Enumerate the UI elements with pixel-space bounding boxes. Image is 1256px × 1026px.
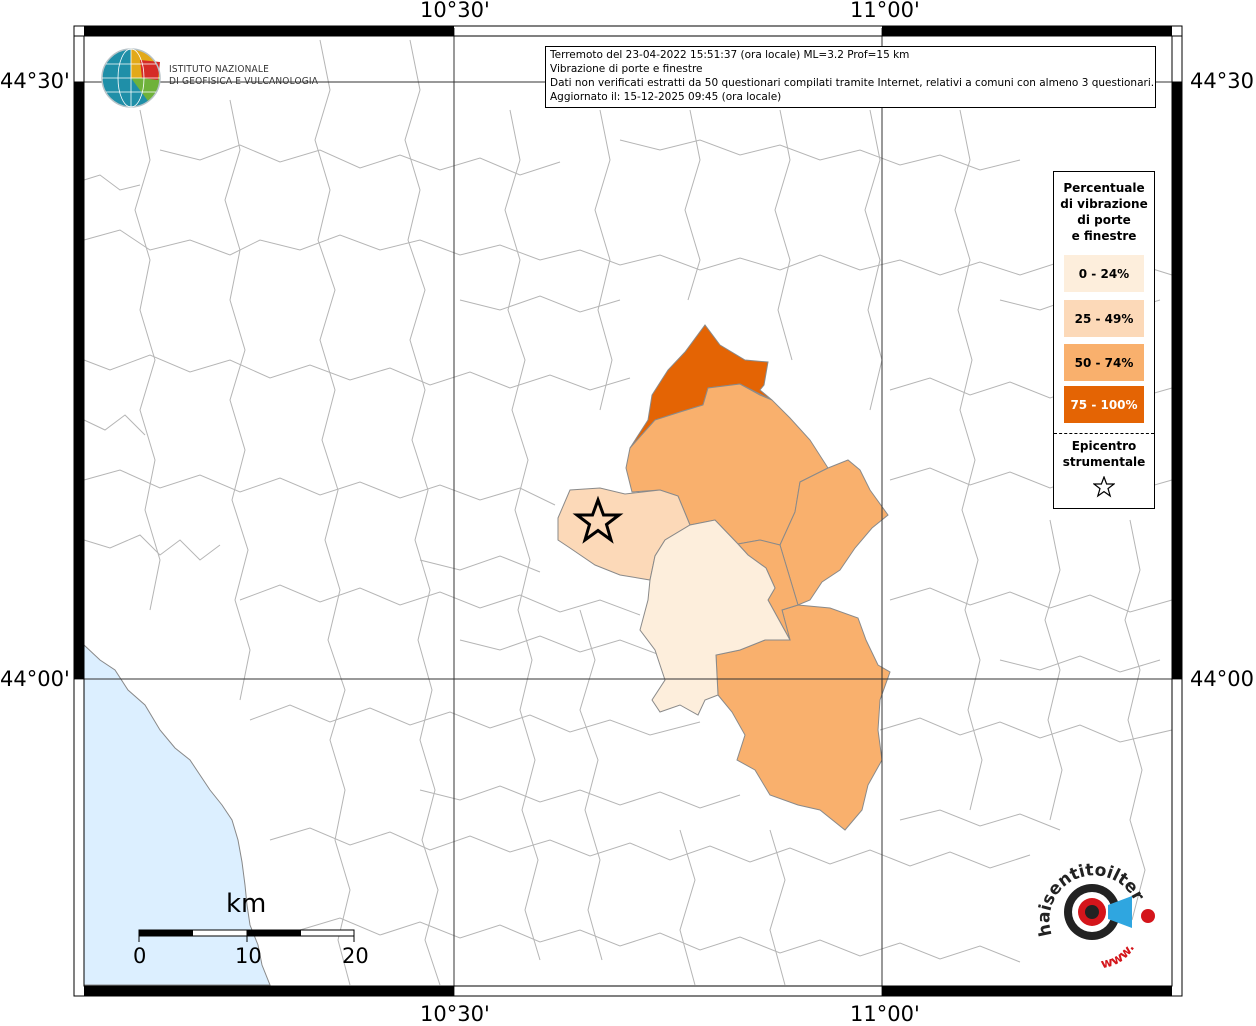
logo-line-2: DI GEOFISICA E VULCANOLOGIA: [169, 76, 319, 87]
info-line-source: Dati non verificati estratti da 50 quest…: [550, 77, 1155, 89]
lat-label-left-top: 44°30': [0, 69, 70, 93]
star-icon: [1093, 476, 1115, 498]
legend-separator: [1054, 433, 1154, 434]
lat-label-right-bottom: 44°00': [1190, 667, 1256, 691]
lon-label-bottom-left: 10°30': [420, 1002, 490, 1026]
info-line-event: Terremoto del 23-04-2022 15:51:37 (ora l…: [550, 49, 910, 61]
legend-title-line: di porte: [1077, 213, 1131, 227]
legend: Percentuale di vibrazione di porte e fin…: [1053, 171, 1155, 509]
legend-item-50-74: 50 - 74%: [1064, 344, 1144, 381]
logo-line-1: ISTITUTO NAZIONALE: [169, 64, 269, 75]
legend-title-line: di vibrazione: [1060, 197, 1148, 211]
scale-title: km: [226, 889, 267, 919]
info-line-parameter: Vibrazione di porte e finestre: [550, 63, 703, 75]
legend-title-line: Percentuale: [1063, 181, 1145, 195]
ingv-globe-logo: [101, 48, 161, 108]
svg-text:haisentitoilterremoto.it: haisentitoilterremoto.it: [1030, 850, 1148, 938]
legend-item-75-100: 75 - 100%: [1064, 386, 1144, 423]
event-info-box: Terremoto del 23-04-2022 15:51:37 (ora l…: [545, 46, 1156, 108]
svg-text:www.: www.: [1100, 941, 1138, 972]
watermark-prefix: www.: [1100, 941, 1138, 972]
legend-item-25-49: 25 - 49%: [1064, 300, 1144, 337]
haisentito-watermark: haisentitoilterremoto.it www.: [1030, 850, 1148, 972]
epicenter-label-line: Epicentro: [1071, 439, 1137, 453]
lat-label-left-bottom: 44°00': [0, 667, 70, 691]
epicenter-label-line: strumentale: [1062, 455, 1146, 469]
epicenter-label: Epicentro strumentale: [1054, 438, 1154, 470]
scale-label-10: 10: [235, 944, 262, 968]
scale-label-0: 0: [133, 944, 147, 968]
lon-label-top-right: 11°00': [850, 0, 920, 22]
ingv-logo-text: ISTITUTO NAZIONALE DI GEOFISICA E VULCAN…: [169, 64, 318, 88]
scale-label-20: 20: [342, 944, 369, 968]
legend-title: Percentuale di vibrazione di porte e fin…: [1054, 180, 1154, 244]
legend-item-0-24: 0 - 24%: [1064, 255, 1144, 292]
legend-title-line: e finestre: [1071, 229, 1137, 243]
info-line-updated: Aggiornato il: 15-12-2025 09:45 (ora loc…: [550, 91, 782, 103]
lon-label-top-left: 10°30': [420, 0, 490, 22]
lon-label-bottom-right: 11°00': [850, 1002, 920, 1026]
watermark-text: haisentitoilterremoto.it: [1030, 850, 1148, 938]
intensity-polygons: [557, 324, 891, 831]
lat-label-right-top: 44°30': [1190, 69, 1256, 93]
